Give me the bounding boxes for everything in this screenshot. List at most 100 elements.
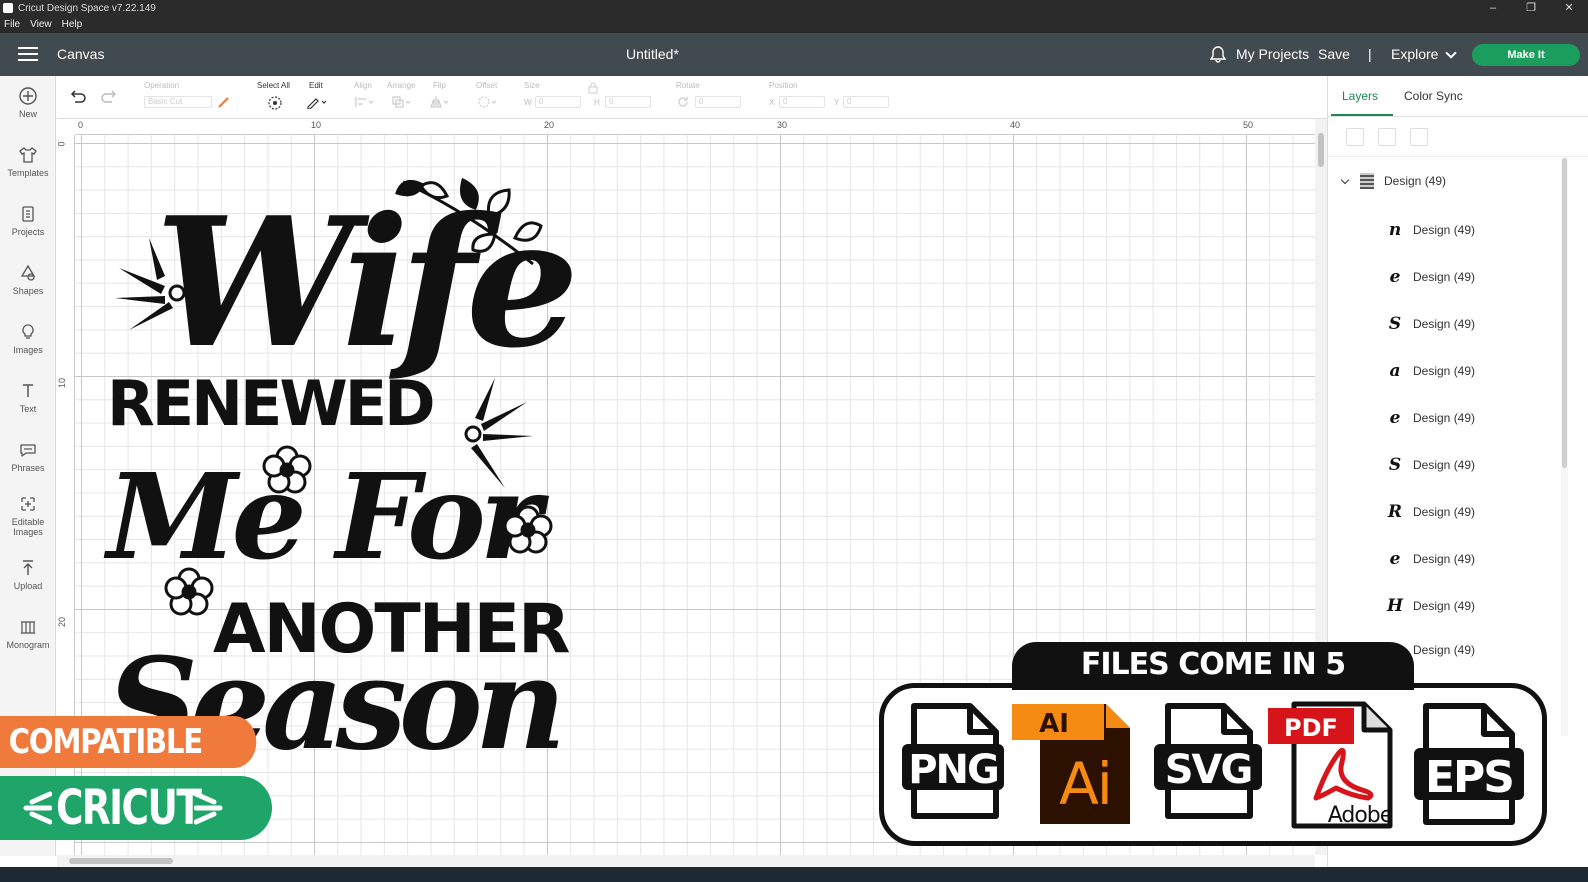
sidebar-item-label: Images: [13, 345, 43, 355]
layer-label: Design (49): [1413, 411, 1476, 425]
canvas-horizontal-scrollbar[interactable]: [57, 855, 1315, 867]
chevron-down-icon[interactable]: [1445, 47, 1457, 59]
ai-file-icon: AI Ai: [1012, 704, 1130, 824]
bell-icon[interactable]: [1210, 45, 1226, 63]
ruler-tick-label: 0: [78, 120, 84, 130]
layer-item[interactable]: e Design (49): [1385, 408, 1475, 428]
my-projects-button[interactable]: My Projects: [1236, 46, 1309, 62]
sidebar-item-text[interactable]: Text: [0, 381, 56, 414]
position-label: Position: [769, 81, 798, 90]
layer-item[interactable]: a Design (49): [1385, 361, 1475, 381]
pdf-file-icon: PDF Adobe: [1268, 701, 1394, 829]
layer-label: Design (49): [1413, 599, 1476, 613]
sidebar-item-editable-images[interactable]: Editable Images: [0, 494, 56, 537]
cricut-banner: CRICUT: [0, 776, 272, 840]
app-header: Canvas Untitled* My Projects Save | Expl…: [0, 33, 1588, 76]
monogram-icon: [21, 621, 35, 634]
undo-icon[interactable]: [69, 90, 87, 104]
ruler-tick-label: 10: [57, 377, 68, 389]
sidebar-item-monogram[interactable]: Monogram: [0, 617, 56, 650]
duplicate-icon[interactable]: [1378, 128, 1396, 146]
sidebar-item-projects[interactable]: Projects: [0, 204, 56, 237]
svg-label: SVG: [1165, 747, 1252, 793]
menu-view[interactable]: View: [30, 19, 52, 30]
editable-image-icon: [21, 497, 35, 511]
tab-color-sync[interactable]: Color Sync: [1404, 89, 1463, 103]
flip-icon[interactable]: [429, 95, 451, 109]
select-all-icon[interactable]: [267, 95, 283, 111]
png-file-icon: PNG: [902, 703, 1004, 819]
layer-thumbnail: e: [1389, 408, 1401, 428]
png-label: PNG: [908, 747, 998, 793]
lock-icon[interactable]: [588, 82, 598, 94]
sidebar-item-images[interactable]: Images: [0, 322, 56, 355]
layer-label: Design (49): [1413, 364, 1476, 378]
layer-thumbnail: a: [1389, 361, 1401, 381]
width-input[interactable]: 0: [535, 96, 581, 108]
window-titlebar: Cricut Design Space v7.22.149 – ❐ ✕: [0, 0, 1588, 16]
layer-item[interactable]: H Design (49): [1385, 596, 1475, 616]
arrange-icon[interactable]: [391, 95, 413, 109]
x-position-input[interactable]: 0: [779, 96, 825, 108]
shirt-icon: [19, 147, 37, 163]
align-icon[interactable]: [354, 95, 376, 109]
layer-thumbnail: S: [1388, 455, 1402, 475]
save-button[interactable]: Save: [1318, 46, 1350, 62]
artwork-word-wife: Wife: [155, 178, 572, 387]
layer-item[interactable]: n Design (49): [1385, 220, 1475, 240]
edit-pencil-icon[interactable]: [306, 95, 328, 109]
sidebar-item-templates[interactable]: Templates: [0, 145, 56, 178]
sidebar-item-upload[interactable]: Upload: [0, 558, 56, 591]
ai-logo-label: Ai: [1059, 750, 1111, 818]
height-input[interactable]: 0: [605, 96, 651, 108]
group-icon[interactable]: [1346, 128, 1364, 146]
tab-layers[interactable]: Layers: [1342, 89, 1378, 103]
offset-icon[interactable]: [477, 95, 499, 109]
rotate-input[interactable]: 0: [695, 96, 741, 108]
text-icon: [23, 384, 33, 397]
make-it-button[interactable]: Make It: [1472, 44, 1580, 66]
delete-icon[interactable]: [1410, 128, 1428, 146]
explore-button[interactable]: Explore: [1391, 46, 1438, 62]
offset-label: Offset: [476, 81, 498, 90]
x-label: X: [769, 98, 775, 107]
svg-file-icon: SVG: [1154, 703, 1262, 819]
menu-file[interactable]: File: [4, 19, 20, 30]
y-position-input[interactable]: 0: [843, 96, 889, 108]
layer-item[interactable]: S Design (49): [1385, 314, 1475, 334]
design-artwork[interactable]: Wife RENEWED Me For ANOTHER Season: [85, 140, 575, 760]
sidebar-item-label: New: [18, 109, 37, 119]
caret-down-icon[interactable]: [1340, 175, 1350, 184]
section-title: Canvas: [57, 46, 105, 62]
edit-label: Edit: [309, 81, 323, 90]
layers-scrollbar[interactable]: [1561, 158, 1568, 736]
pen-color-icon[interactable]: [217, 95, 231, 109]
rotate-label: Rotate: [676, 81, 700, 90]
sidebar-item-phrases[interactable]: Phrases: [0, 440, 56, 473]
menu-help[interactable]: Help: [62, 19, 83, 30]
layer-item[interactable]: S Design (49): [1385, 455, 1475, 475]
sidebar-item-shapes[interactable]: Shapes: [0, 263, 56, 296]
layer-thumbnail: H: [1386, 596, 1404, 616]
layer-item[interactable]: e Design (49): [1385, 549, 1475, 569]
ruler-tick-label: 20: [544, 120, 555, 130]
burst-right-icon: [194, 791, 223, 825]
layer-label: Design (49): [1413, 643, 1476, 657]
layer-item[interactable]: e Design (49): [1385, 267, 1475, 287]
layer-thumbnail: e: [1389, 549, 1401, 569]
header-separator: |: [1368, 46, 1372, 62]
layer-item[interactable]: R Design (49): [1385, 502, 1475, 522]
align-label: Align: [354, 81, 372, 90]
layer-group-design[interactable]: Design (49): [1340, 173, 1446, 189]
window-title: Cricut Design Space v7.22.149: [18, 2, 156, 14]
redo-icon[interactable]: [100, 90, 118, 104]
maximize-button[interactable]: ❐: [1512, 0, 1550, 16]
operation-select[interactable]: Basic Cut: [144, 96, 212, 108]
sidebar-item-new[interactable]: New: [0, 86, 56, 119]
arrange-label: Arrange: [387, 81, 416, 90]
layer-thumbnail: e: [1389, 267, 1401, 287]
hamburger-menu-icon[interactable]: [18, 47, 38, 61]
width-label: W: [524, 98, 532, 107]
close-button[interactable]: ✕: [1550, 0, 1588, 16]
minimize-button[interactable]: –: [1474, 0, 1512, 16]
